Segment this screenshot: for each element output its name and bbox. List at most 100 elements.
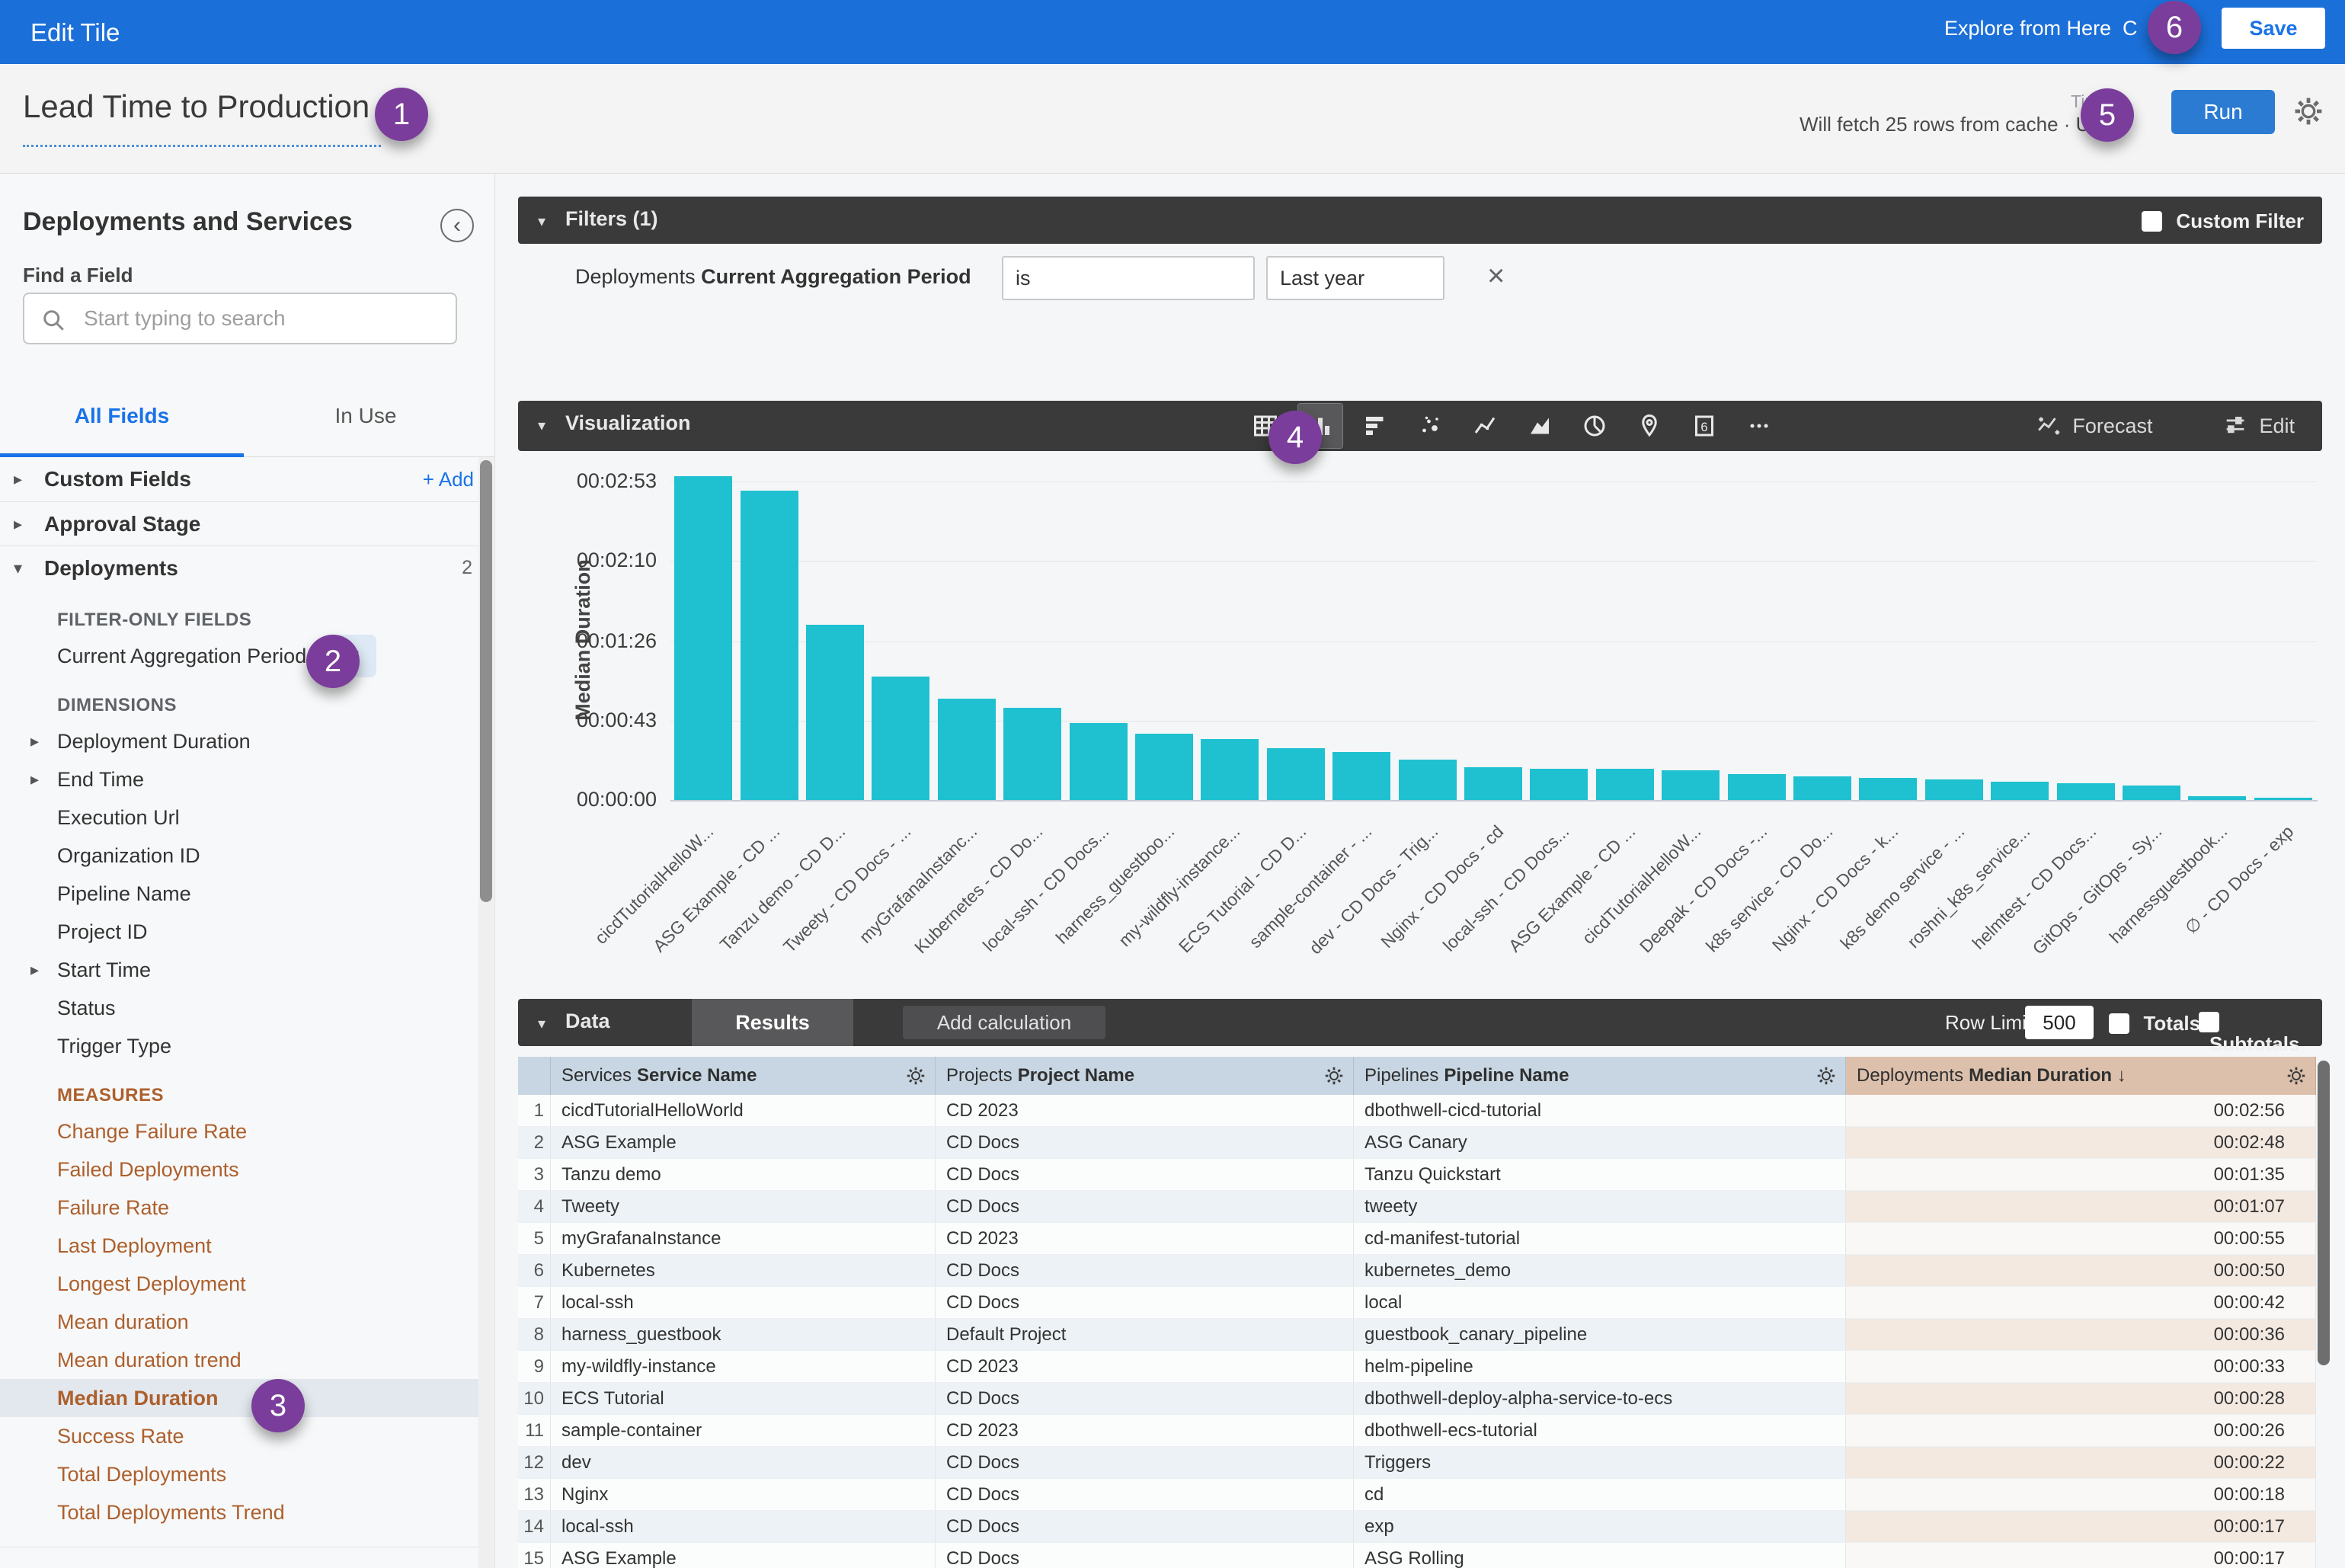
add-calculation-button[interactable]: Add calculation	[903, 1006, 1105, 1039]
pipeline-name-cell[interactable]: cd	[1354, 1479, 1846, 1511]
service-name-cell[interactable]: dev	[551, 1447, 936, 1479]
table-row-4[interactable]: 4TweetyCD Docstweety00:01:07	[518, 1191, 2318, 1223]
bar-14[interactable]	[1530, 769, 1588, 800]
project-name-cell[interactable]: CD Docs	[936, 1191, 1354, 1223]
bar-1[interactable]	[674, 476, 732, 800]
project-name-cell[interactable]: CD Docs	[936, 1479, 1354, 1511]
sidebar-scrollbar-thumb[interactable]	[480, 460, 492, 902]
sidebar-item-project-id[interactable]: Project ID	[0, 913, 478, 951]
tile-title[interactable]: Lead Time to Production	[23, 88, 370, 125]
collapse-sidebar-icon[interactable]: ‹	[440, 209, 474, 242]
table-row-11[interactable]: 11sample-containerCD 2023dbothwell-ecs-t…	[518, 1415, 2318, 1447]
service-name-cell[interactable]: cicdTutorialHelloWorld	[551, 1095, 936, 1127]
collapse-data-icon[interactable]: ▾	[538, 1014, 545, 1033]
sidebar-group-custom-fields[interactable]: ▸Custom Fields+ Add	[0, 457, 478, 501]
forecast-button[interactable]: Forecast	[2072, 414, 2152, 438]
median-duration-cell[interactable]: 00:00:55	[1846, 1223, 2316, 1255]
service-name-cell[interactable]: Tanzu demo	[551, 1159, 936, 1191]
median-duration-cell[interactable]: 00:00:33	[1846, 1351, 2316, 1383]
more-viz-icon[interactable]	[1737, 404, 1781, 448]
caret-icon[interactable]: ▸	[14, 514, 44, 534]
project-name-cell[interactable]: CD Docs	[936, 1511, 1354, 1543]
table-row-3[interactable]: 3Tanzu demoCD DocsTanzu Quickstart00:01:…	[518, 1159, 2318, 1191]
table-row-12[interactable]: 12devCD DocsTriggers00:00:22	[518, 1447, 2318, 1479]
column-header-project-name[interactable]: ProjectsProject Name	[936, 1057, 1354, 1095]
pipeline-name-cell[interactable]: dbothwell-ecs-tutorial	[1354, 1415, 1846, 1447]
sidebar-item-status[interactable]: Status	[0, 989, 478, 1027]
bar-21[interactable]	[1991, 782, 2049, 800]
sidebar-item-mean-duration[interactable]: Mean duration	[0, 1303, 478, 1341]
filter-value-input[interactable]	[1266, 256, 1444, 300]
service-name-cell[interactable]: myGrafanaInstance	[551, 1223, 936, 1255]
sidebar-item-end-time[interactable]: ▸End Time	[0, 760, 478, 798]
project-name-cell[interactable]: CD Docs	[936, 1447, 1354, 1479]
table-row-9[interactable]: 9my-wildfly-instanceCD 2023helm-pipeline…	[518, 1351, 2318, 1383]
service-name-cell[interactable]: Nginx	[551, 1479, 936, 1511]
caret-icon[interactable]: ▸	[30, 731, 53, 751]
bar-12[interactable]	[1399, 760, 1457, 800]
pipeline-name-cell[interactable]: tweety	[1354, 1191, 1846, 1223]
filters-header[interactable]: Filters (1)	[565, 207, 658, 231]
pipeline-name-cell[interactable]: dbothwell-cicd-tutorial	[1354, 1095, 1846, 1127]
pipeline-name-cell[interactable]: guestbook_canary_pipeline	[1354, 1319, 1846, 1351]
line-chart-viz-icon[interactable]	[1463, 404, 1507, 448]
sidebar-item-pipeline-name[interactable]: Pipeline Name	[0, 875, 478, 913]
table-row-5[interactable]: 5myGrafanaInstanceCD 2023cd-manifest-tut…	[518, 1223, 2318, 1255]
column-gear-icon[interactable]	[1815, 1064, 1838, 1087]
median-duration-cell[interactable]: 00:01:07	[1846, 1191, 2316, 1223]
median-duration-cell[interactable]: 00:00:18	[1846, 1479, 2316, 1511]
bar-chart-viz-icon[interactable]	[1353, 404, 1397, 448]
table-row-6[interactable]: 6KubernetesCD Docskubernetes_demo00:00:5…	[518, 1255, 2318, 1287]
project-name-cell[interactable]: CD Docs	[936, 1127, 1354, 1159]
service-name-cell[interactable]: ASG Example	[551, 1127, 936, 1159]
service-name-cell[interactable]: local-ssh	[551, 1511, 936, 1543]
filter-operator-input[interactable]	[1002, 256, 1255, 300]
bar-3[interactable]	[806, 625, 864, 800]
sidebar-item-failure-rate[interactable]: Failure Rate	[0, 1189, 478, 1227]
project-name-cell[interactable]: Default Project	[936, 1319, 1354, 1351]
row-limit-input[interactable]	[2025, 1006, 2094, 1039]
collapse-filters-icon[interactable]: ▾	[538, 212, 545, 231]
sidebar-item-mean-duration-trend[interactable]: Mean duration trend	[0, 1341, 478, 1379]
table-row-15[interactable]: 15ASG ExampleCD DocsASG Rolling00:00:17	[518, 1543, 2318, 1568]
sidebar-item-total-deployments-trend[interactable]: Total Deployments Trend	[0, 1493, 478, 1531]
edit-viz-button[interactable]: Edit	[2259, 414, 2295, 438]
bar-9[interactable]	[1201, 739, 1259, 800]
sidebar-item-last-deployment[interactable]: Last Deployment	[0, 1227, 478, 1265]
pie-chart-viz-icon[interactable]	[1572, 404, 1617, 448]
pipeline-name-cell[interactable]: ASG Rolling	[1354, 1543, 1846, 1568]
field-search-input[interactable]	[84, 296, 449, 341]
subtotals-checkbox[interactable]	[2199, 1012, 2219, 1032]
column-header-median-duration[interactable]: DeploymentsMedian Duration ↓	[1846, 1057, 2316, 1095]
gear-icon[interactable]	[2292, 94, 2325, 128]
bar-13[interactable]	[1464, 767, 1522, 800]
visualization-header[interactable]: Visualization	[565, 411, 691, 435]
bar-16[interactable]	[1662, 770, 1720, 800]
tab-all-fields[interactable]: All Fields	[0, 404, 244, 428]
sidebar-item-start-time[interactable]: ▸Start Time	[0, 951, 478, 989]
bar-25[interactable]	[2254, 798, 2312, 800]
bar-20[interactable]	[1925, 779, 1983, 800]
sidebar-item-success-rate[interactable]: Success Rate	[0, 1417, 478, 1455]
pipeline-name-cell[interactable]: ASG Canary	[1354, 1127, 1846, 1159]
project-name-cell[interactable]: CD 2023	[936, 1095, 1354, 1127]
table-row-13[interactable]: 13NginxCD Docscd00:00:18	[518, 1479, 2318, 1511]
column-gear-icon[interactable]	[904, 1064, 927, 1087]
table-scrollbar-thumb[interactable]	[2318, 1061, 2330, 1365]
table-row-1[interactable]: 1cicdTutorialHelloWorldCD 2023dbothwell-…	[518, 1095, 2318, 1127]
service-name-cell[interactable]: local-ssh	[551, 1287, 936, 1319]
sidebar-item-execution-url[interactable]: Execution Url	[0, 798, 478, 837]
sidebar-group-approval-stage[interactable]: ▸Approval Stage	[0, 501, 478, 546]
median-duration-cell[interactable]: 00:02:48	[1846, 1127, 2316, 1159]
bar-5[interactable]	[938, 699, 996, 800]
pipeline-name-cell[interactable]: helm-pipeline	[1354, 1351, 1846, 1383]
project-name-cell[interactable]: CD Docs	[936, 1255, 1354, 1287]
service-name-cell[interactable]: Tweety	[551, 1191, 936, 1223]
bar-7[interactable]	[1070, 723, 1128, 800]
service-name-cell[interactable]: ASG Example	[551, 1543, 936, 1568]
bar-19[interactable]	[1859, 778, 1917, 800]
sidebar-item-longest-deployment[interactable]: Longest Deployment	[0, 1265, 478, 1303]
sidebar-item-organization-id[interactable]: Organization ID	[0, 837, 478, 875]
caret-icon[interactable]: ▸	[14, 469, 44, 489]
service-name-cell[interactable]: Kubernetes	[551, 1255, 936, 1287]
